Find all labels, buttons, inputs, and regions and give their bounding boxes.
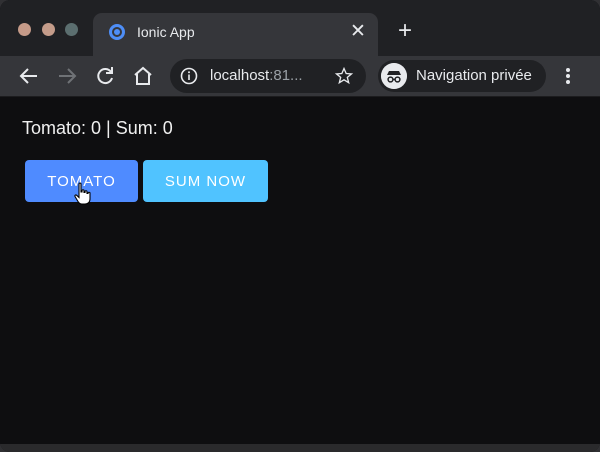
window-maximize-icon[interactable] — [65, 23, 78, 36]
window-minimize-icon[interactable] — [42, 23, 55, 36]
tab-strip: Ionic App ✕ + — [0, 0, 600, 56]
page-content: Tomato: 0 | Sum: 0 TOMATO SUM NOW — [0, 97, 600, 444]
browser-window: Ionic App ✕ + localhost:81... Navigation… — [0, 0, 600, 452]
reload-icon[interactable] — [93, 64, 117, 88]
url-text: localhost:81... — [210, 67, 303, 84]
info-icon[interactable] — [180, 67, 198, 85]
tab-title: Ionic App — [137, 24, 195, 40]
address-bar[interactable]: localhost:81... — [170, 59, 366, 93]
tab-ionic-app[interactable]: Ionic App ✕ — [93, 13, 378, 56]
bookmark-star-icon[interactable] — [334, 66, 354, 86]
close-tab-icon[interactable]: ✕ — [348, 22, 368, 42]
browser-toolbar: localhost:81... Navigation privée — [0, 56, 600, 97]
new-tab-icon[interactable]: + — [394, 19, 416, 43]
status-text: Tomato: 0 | Sum: 0 — [22, 118, 173, 138]
profile-label: Navigation privée — [416, 67, 532, 84]
window-bottom-edge — [0, 444, 600, 452]
more-options-icon[interactable] — [560, 64, 576, 88]
sum-now-button[interactable]: SUM NOW — [143, 160, 268, 202]
back-arrow-icon[interactable] — [17, 64, 41, 88]
hand-pointer-cursor-icon — [74, 182, 91, 205]
url-host: localhost — [210, 67, 270, 84]
incognito-icon — [381, 63, 407, 89]
ionic-favicon-icon — [109, 24, 125, 40]
url-port: :81... — [269, 67, 303, 84]
forward-arrow-icon[interactable] — [55, 64, 79, 88]
incognito-profile-button[interactable]: Navigation privée — [378, 60, 546, 92]
home-icon[interactable] — [131, 64, 155, 88]
window-close-icon[interactable] — [18, 23, 31, 36]
